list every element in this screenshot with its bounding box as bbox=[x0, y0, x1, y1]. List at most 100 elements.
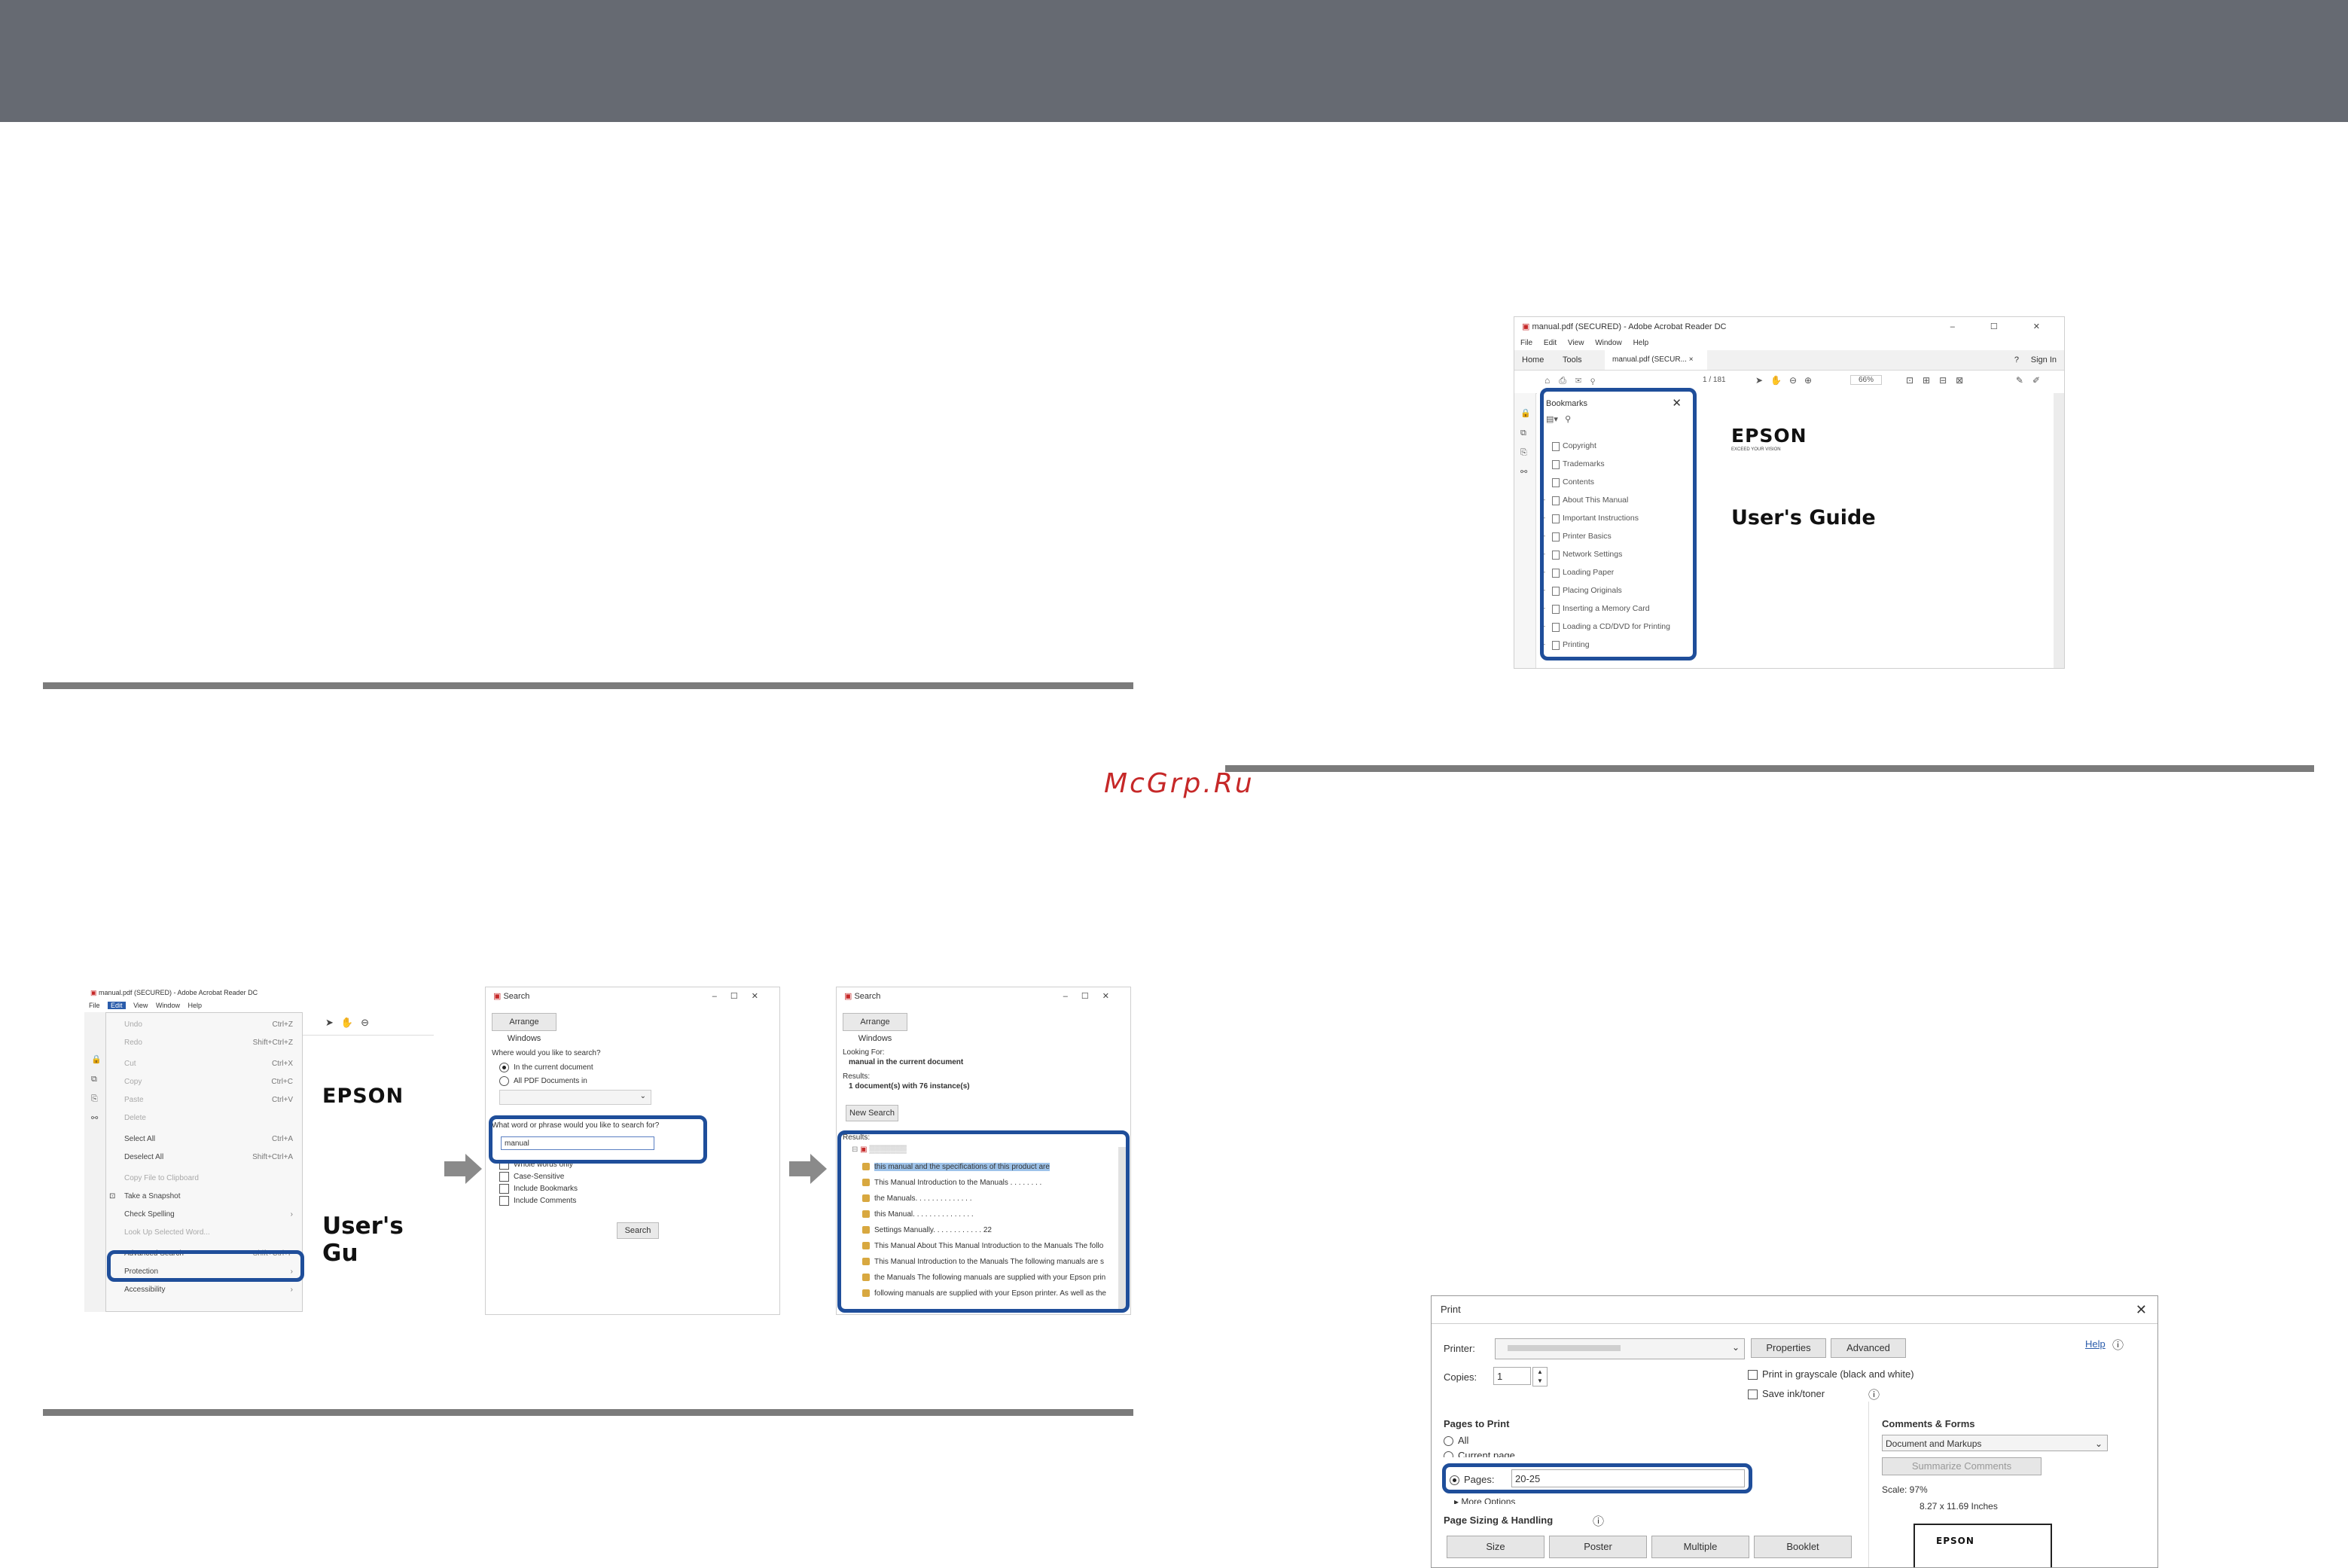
tab-close-icon[interactable]: × bbox=[1689, 355, 1694, 364]
option-all-pdfs[interactable]: All PDF Documents in bbox=[499, 1076, 587, 1086]
window-controls[interactable]: – ☐ ✕ bbox=[1950, 317, 2057, 337]
side-icons[interactable]: 🔒 ⧉ ⎘ ⚯ bbox=[84, 1012, 105, 1128]
option-current-document[interactable]: In the current document bbox=[499, 1063, 593, 1072]
include-comments-checkbox[interactable]: Include Comments bbox=[499, 1195, 578, 1207]
window-title: ▣ manual.pdf (SECURED) - Adobe Acrobat R… bbox=[90, 989, 258, 996]
poster-button[interactable]: Poster bbox=[1549, 1536, 1647, 1558]
menu-item[interactable]: Copy File to Clipboard bbox=[106, 1170, 302, 1188]
search-summary: Looking For: manual in the current docum… bbox=[843, 1048, 970, 1091]
summarize-comments-button[interactable]: Summarize Comments bbox=[1882, 1457, 2042, 1475]
menu-item[interactable]: Accessibility › bbox=[106, 1281, 302, 1299]
more-options-toggle[interactable]: ▸ More Options bbox=[1454, 1496, 1515, 1504]
all-pages-radio[interactable]: All bbox=[1444, 1435, 1468, 1447]
nav-tools-icons[interactable]: ➤✋⊖⊕ bbox=[1755, 375, 1819, 386]
arrange-windows-button[interactable]: Arrange Windows bbox=[843, 1013, 907, 1043]
chevron-down-icon: ⌄ bbox=[1731, 1342, 1740, 1353]
section-divider bbox=[43, 1409, 1133, 1416]
zoom-select[interactable]: 66% bbox=[1850, 375, 1883, 385]
current-page-radio[interactable]: Current page bbox=[1444, 1450, 1515, 1457]
menu-edit[interactable]: Edit bbox=[108, 1002, 126, 1009]
page-number[interactable]: 1 / 181 bbox=[1703, 376, 1726, 384]
menu-file[interactable]: File bbox=[1520, 339, 1532, 347]
tab-home[interactable]: Home bbox=[1522, 350, 1544, 370]
menu-edit[interactable]: Edit bbox=[1544, 339, 1557, 347]
menu-view[interactable]: View bbox=[133, 1002, 148, 1009]
tab-tools[interactable]: Tools bbox=[1563, 350, 1582, 370]
epson-logo: EPSON bbox=[322, 1084, 404, 1108]
menu-window[interactable]: Window bbox=[1595, 339, 1622, 347]
scrollbar[interactable] bbox=[2054, 393, 2064, 668]
comments-select[interactable]: Document and Markups ⌄ bbox=[1882, 1435, 2108, 1451]
section-divider bbox=[1225, 765, 2314, 772]
menu-item-label: Select All bbox=[124, 1135, 156, 1143]
printer-label: Printer: bbox=[1444, 1343, 1475, 1354]
side-toolbar: 🔒 ⧉ ⎘ ⚯ bbox=[84, 1012, 105, 1312]
help-icon[interactable]: ⓘ bbox=[2112, 1337, 2124, 1353]
where-question: Where would you like to search? bbox=[492, 1049, 601, 1057]
arrange-windows-button[interactable]: Arrange Windows bbox=[492, 1013, 557, 1043]
window-title: ▣ manual.pdf (SECURED) - Adobe Acrobat R… bbox=[1514, 317, 2064, 337]
menu-help[interactable]: Help bbox=[188, 1002, 202, 1009]
menu-item-label: Look Up Selected Word... bbox=[124, 1228, 210, 1237]
menu-item[interactable]: ⊡ Take a Snapshot bbox=[106, 1188, 302, 1206]
printer-name-redacted bbox=[1508, 1345, 1621, 1351]
view-tools-icons[interactable]: ⊡⊞⊟⊠ bbox=[1906, 375, 1972, 386]
menu-item-label: Paste bbox=[124, 1096, 144, 1104]
menu-item-shortcut: Shift+Ctrl+Z bbox=[252, 1039, 293, 1047]
copies-input[interactable]: 1 bbox=[1493, 1367, 1531, 1385]
menu-item[interactable]: Deselect All Shift+Ctrl+A bbox=[106, 1149, 302, 1167]
menu-item-shortcut: › bbox=[290, 1210, 293, 1219]
sign-in-link[interactable]: Sign In bbox=[2031, 350, 2057, 370]
window-controls[interactable]: –☐✕ bbox=[712, 987, 772, 1005]
arrow-right-icon bbox=[444, 1154, 482, 1184]
arrow-right-icon bbox=[789, 1154, 827, 1184]
menu-item[interactable]: Select All Ctrl+A bbox=[106, 1130, 302, 1149]
side-icons[interactable]: 🔒 ⧉ ⎘ ⚯ bbox=[1520, 404, 1535, 482]
epson-logo: EPSON bbox=[1731, 425, 1807, 447]
booklet-button[interactable]: Booklet bbox=[1754, 1536, 1852, 1558]
edit-menu-screenshot: ▣ manual.pdf (SECURED) - Adobe Acrobat R… bbox=[84, 987, 434, 1312]
search-button[interactable]: Search bbox=[617, 1222, 659, 1239]
looking-for-value: manual in the current document bbox=[849, 1058, 964, 1066]
folder-select[interactable]: ⌄ bbox=[499, 1090, 651, 1105]
menu-item[interactable]: Look Up Selected Word... bbox=[106, 1224, 302, 1242]
section-divider bbox=[43, 682, 1133, 689]
dialog-title: Print ✕ bbox=[1432, 1296, 2157, 1324]
copies-stepper[interactable]: ▲ ▼ bbox=[1532, 1367, 1548, 1386]
comment-icons[interactable]: ✎✐ bbox=[2016, 375, 2049, 386]
menu-item[interactable]: Copy Ctrl+C bbox=[106, 1073, 302, 1091]
document-title: User's Guide bbox=[1731, 506, 1876, 529]
menu-view[interactable]: View bbox=[1568, 339, 1584, 347]
case-sensitive-checkbox[interactable]: Case-Sensitive bbox=[499, 1171, 578, 1183]
save-ink-checkbox[interactable]: Save ink/toner bbox=[1748, 1388, 1825, 1400]
menu-help[interactable]: Help bbox=[1633, 339, 1649, 347]
menu-window[interactable]: Window bbox=[156, 1002, 180, 1009]
advanced-button[interactable]: Advanced bbox=[1831, 1338, 1906, 1358]
size-button[interactable]: Size bbox=[1447, 1536, 1544, 1558]
help-link[interactable]: Help bbox=[2085, 1338, 2106, 1350]
window-controls[interactable]: –☐✕ bbox=[1063, 987, 1123, 1005]
menu-item[interactable]: Redo Shift+Ctrl+Z bbox=[106, 1034, 302, 1052]
close-icon[interactable]: ✕ bbox=[2136, 1296, 2147, 1323]
new-search-button[interactable]: New Search bbox=[846, 1105, 898, 1121]
toolbar-icons[interactable]: ⌂⎙✉⚲ bbox=[1544, 375, 1604, 386]
pdf-icon: ▣ bbox=[90, 989, 99, 996]
toolbar: ➤✋⊖ bbox=[303, 1012, 434, 1036]
multiple-button[interactable]: Multiple bbox=[1651, 1536, 1749, 1558]
grayscale-checkbox[interactable]: Print in grayscale (black and white) bbox=[1748, 1368, 1914, 1380]
menu-item[interactable]: Cut Ctrl+X bbox=[106, 1055, 302, 1073]
tab-document[interactable]: manual.pdf (SECUR... × bbox=[1605, 350, 1707, 370]
camera-icon: ⊡ bbox=[109, 1192, 116, 1200]
divider bbox=[1868, 1402, 1869, 1567]
watermark: McGrp.Ru bbox=[1104, 768, 1255, 799]
menu-item[interactable]: Delete bbox=[106, 1109, 302, 1127]
printer-select[interactable]: ⌄ bbox=[1495, 1338, 1745, 1359]
help-icon[interactable]: ? bbox=[2014, 350, 2019, 370]
include-bookmarks-checkbox[interactable]: Include Bookmarks bbox=[499, 1183, 578, 1195]
menu-item[interactable]: Paste Ctrl+V bbox=[106, 1091, 302, 1109]
properties-button[interactable]: Properties bbox=[1751, 1338, 1826, 1358]
nav-tools-icons[interactable]: ➤✋⊖ bbox=[325, 1017, 377, 1029]
menu-item[interactable]: Undo Ctrl+Z bbox=[106, 1016, 302, 1034]
menu-file[interactable]: File bbox=[89, 1002, 100, 1009]
menu-item[interactable]: Check Spelling › bbox=[106, 1206, 302, 1224]
